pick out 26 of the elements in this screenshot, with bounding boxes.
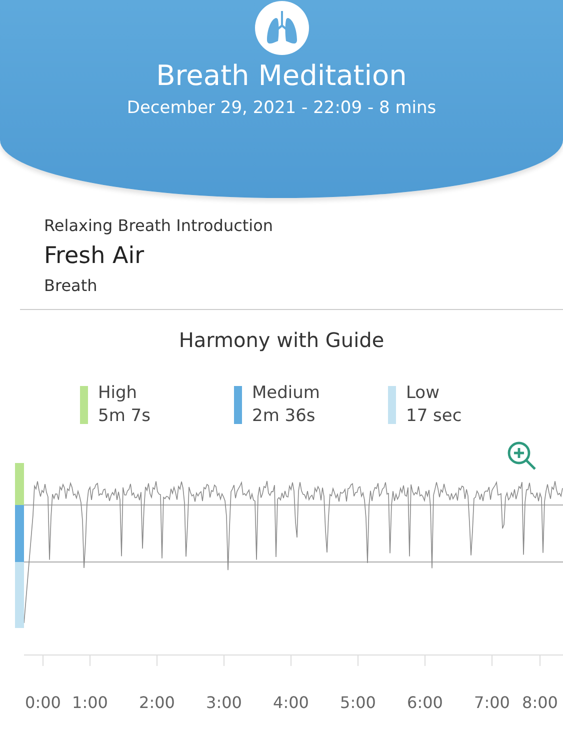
legend-label: Medium xyxy=(252,382,320,405)
lungs-icon xyxy=(254,1,308,55)
meditation-name: Fresh Air xyxy=(44,243,146,269)
time-label: 6:00 xyxy=(407,693,443,712)
legend-duration: 17 sec xyxy=(406,405,462,428)
time-label: 0:00 xyxy=(25,693,61,712)
legend-duration: 2m 36s xyxy=(252,405,316,428)
time-label: 4:00 xyxy=(273,693,309,712)
legend-duration: 5m 7s xyxy=(98,405,150,428)
session-date: December 29, 2021 - 22:09 - 8 mins xyxy=(126,98,436,118)
legend-label: High xyxy=(98,382,138,405)
time-label: 7:00 xyxy=(474,693,510,712)
time-label: 8:00 xyxy=(522,693,558,712)
time-label: 5:00 xyxy=(340,693,376,712)
time-label: 3:00 xyxy=(206,693,242,712)
time-label: 1:00 xyxy=(72,693,108,712)
series-name: Relaxing Breath Introduction xyxy=(44,216,274,235)
zoom-in-icon[interactable] xyxy=(507,441,537,471)
session-title: Breath Meditation xyxy=(156,59,407,92)
legend-label: Low xyxy=(406,382,440,405)
chart-title: Harmony with Guide xyxy=(178,328,386,352)
level-band xyxy=(15,562,24,628)
level-band xyxy=(15,463,24,505)
level-band xyxy=(15,505,24,562)
time-label: 2:00 xyxy=(139,693,175,712)
category-label: Breath xyxy=(44,276,98,295)
